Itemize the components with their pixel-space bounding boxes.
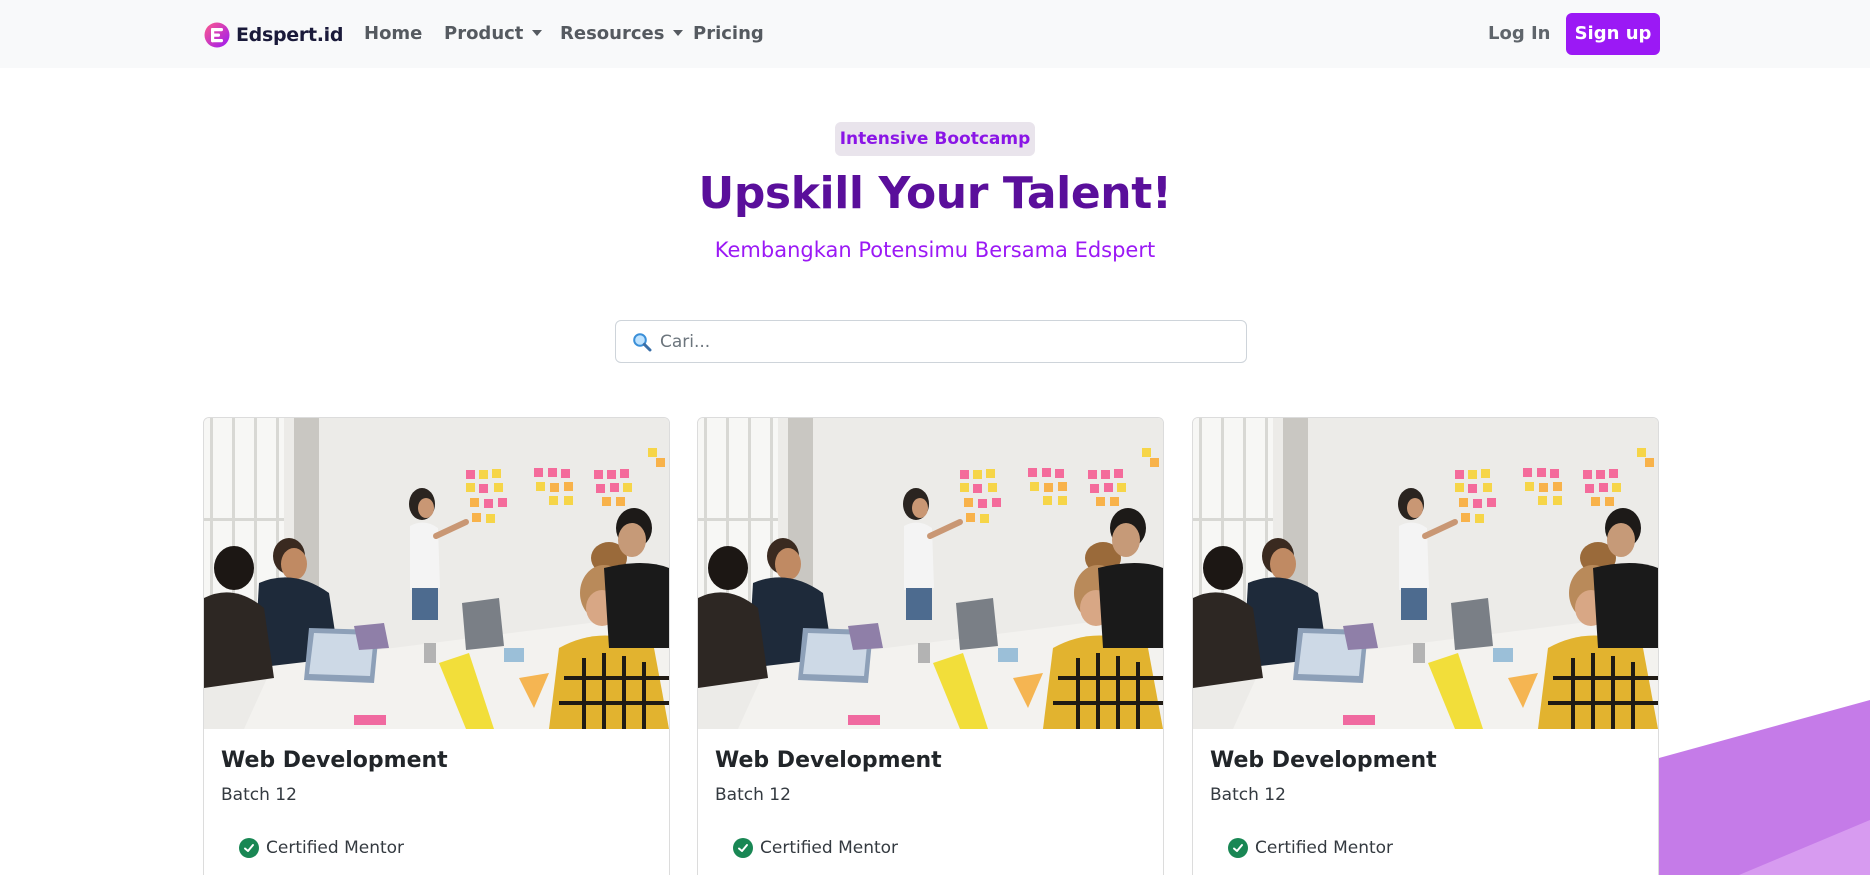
search-icon <box>633 332 652 351</box>
nav-home[interactable]: Home <box>364 20 422 48</box>
course-title: Web Development <box>221 748 448 773</box>
check-circle-icon <box>733 838 753 858</box>
nav-home-label: Home <box>364 23 423 44</box>
course-card[interactable]: Web Development Batch 12 Certified Mento… <box>203 417 670 875</box>
hero-badge-wrap: Intensive Bootcamp <box>0 122 1870 156</box>
course-feature-label: Certified Mentor <box>760 838 899 858</box>
decorative-shape <box>1659 700 1870 875</box>
course-batch: Batch 12 <box>715 785 791 805</box>
navbar: Edspert.id Home Product Resources Pricin… <box>0 0 1870 68</box>
nav-product[interactable]: Product <box>444 20 543 48</box>
chevron-down-icon <box>673 30 684 36</box>
course-card[interactable]: Web Development Batch 12 Certified Mento… <box>697 417 1164 875</box>
nav-resources-label: Resources <box>560 23 665 44</box>
course-card[interactable]: Web Development Batch 12 Certified Mento… <box>1192 417 1659 875</box>
course-feature-label: Certified Mentor <box>266 838 405 858</box>
chevron-down-icon <box>532 30 543 36</box>
brand-logo-icon <box>204 22 230 48</box>
hero-title: Upskill Your Talent! <box>698 168 1172 219</box>
hero-badge: Intensive Bootcamp <box>834 122 1036 156</box>
signup-button[interactable]: Sign up <box>1566 13 1660 55</box>
course-feature: Certified Mentor <box>1228 838 1393 858</box>
check-circle-icon <box>1228 838 1248 858</box>
course-title: Web Development <box>1210 748 1437 773</box>
brand[interactable]: Edspert.id <box>204 20 343 50</box>
brand-name: Edspert.id <box>236 24 344 46</box>
course-batch: Batch 12 <box>221 785 297 805</box>
course-batch: Batch 12 <box>1210 785 1286 805</box>
hero-subtitle: Kembangkan Potensimu Bersama Edspert <box>714 238 1156 262</box>
course-image <box>204 418 669 729</box>
course-feature: Certified Mentor <box>239 838 404 858</box>
course-feature-label: Certified Mentor <box>1255 838 1394 858</box>
nav-pricing-label: Pricing <box>693 23 764 44</box>
search-input[interactable] <box>660 331 1220 352</box>
course-image <box>698 418 1163 729</box>
login-link[interactable]: Log In <box>1488 20 1551 48</box>
course-feature: Certified Mentor <box>733 838 898 858</box>
nav-pricing[interactable]: Pricing <box>693 20 764 48</box>
course-image <box>1193 418 1658 729</box>
course-title: Web Development <box>715 748 942 773</box>
check-circle-icon <box>239 838 259 858</box>
nav-resources[interactable]: Resources <box>560 20 684 48</box>
search-box <box>615 320 1247 363</box>
nav-product-label: Product <box>444 23 524 44</box>
